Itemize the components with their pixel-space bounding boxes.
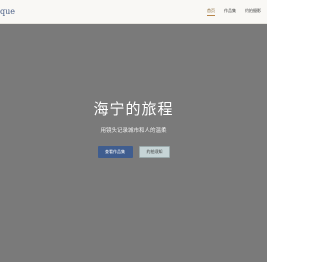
booking-info-button[interactable]: 约拍须知 bbox=[138, 146, 170, 158]
top-navbar: que 首页 作品集 约拍摄影 bbox=[0, 0, 267, 24]
hero-subtitle: 用镜头记录城市和人的温柔 bbox=[100, 128, 167, 134]
hero-title: 海宁的旅程 bbox=[93, 100, 174, 118]
hero-section: 海宁的旅程 用镜头记录城市和人的温柔 查看作品集 约拍须知 bbox=[0, 24, 267, 262]
nav-link-home[interactable]: 首页 bbox=[207, 8, 215, 16]
view-portfolio-button[interactable]: 查看作品集 bbox=[97, 146, 133, 158]
nav-link-portfolio[interactable]: 作品集 bbox=[224, 8, 236, 14]
nav-link-booking[interactable]: 约拍摄影 bbox=[245, 8, 261, 14]
nav-links: 首页 作品集 约拍摄影 bbox=[207, 8, 261, 16]
page: que 首页 作品集 约拍摄影 海宁的旅程 用镜头记录城市和人的温柔 查看作品集… bbox=[0, 0, 267, 262]
hero-buttons: 查看作品集 约拍须知 bbox=[0, 146, 267, 158]
brand-logo[interactable]: que bbox=[0, 7, 15, 17]
